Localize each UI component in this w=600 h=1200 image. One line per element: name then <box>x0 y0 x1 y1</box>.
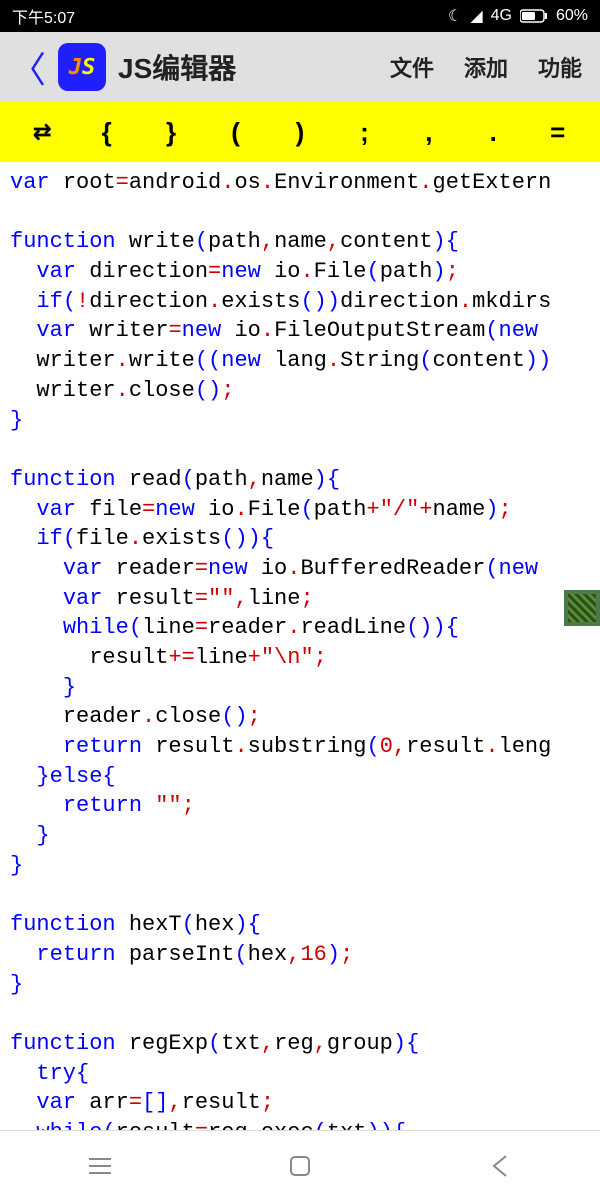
menu-items: 文件 添加 功能 <box>390 51 590 83</box>
symbol-rbrace[interactable]: } <box>151 117 191 148</box>
status-bar: 下午5:07 ☾ ◢ 4G 60% <box>0 0 600 32</box>
symbol-lparen[interactable]: ( <box>216 117 256 148</box>
symbol-lbrace[interactable]: { <box>87 117 127 148</box>
status-time: 下午5:07 <box>12 4 75 28</box>
menu-add[interactable]: 添加 <box>464 51 508 83</box>
icon-letter-j: J <box>69 55 82 80</box>
android-nav-bar <box>0 1130 600 1200</box>
symbol-comma[interactable]: , <box>409 117 449 148</box>
symbol-semi[interactable]: ; <box>344 117 384 148</box>
code-editor[interactable]: var root=android.os.Environment.getExter… <box>0 162 600 1183</box>
moon-icon: ☾ <box>448 6 462 26</box>
creeper-icon[interactable] <box>564 590 600 626</box>
symbol-dot[interactable]: . <box>473 117 513 148</box>
swap-button[interactable]: ⇄ <box>22 119 62 145</box>
battery-icon <box>520 9 548 23</box>
app-title: JS编辑器 <box>118 47 378 87</box>
icon-letter-s: S <box>82 55 95 80</box>
nav-menu-button[interactable] <box>85 1151 115 1181</box>
symbol-rparen[interactable]: ) <box>280 117 320 148</box>
status-right: ☾ ◢ 4G 60% <box>448 6 588 26</box>
symbol-eq[interactable]: = <box>538 117 578 148</box>
signal-icon: ◢ <box>470 6 482 26</box>
menu-file[interactable]: 文件 <box>390 51 434 83</box>
battery-percent: 60% <box>556 7 588 25</box>
nav-back-button[interactable] <box>485 1151 515 1181</box>
symbol-toolbar: ⇄ { } ( ) ; , . = <box>0 102 600 162</box>
network-label: 4G <box>491 7 512 25</box>
menu-function[interactable]: 功能 <box>538 51 582 83</box>
app-header: 〈 JS JS编辑器 文件 添加 功能 <box>0 32 600 102</box>
nav-home-button[interactable] <box>285 1151 315 1181</box>
back-button[interactable]: 〈 <box>10 41 46 93</box>
app-icon: JS <box>58 43 106 91</box>
